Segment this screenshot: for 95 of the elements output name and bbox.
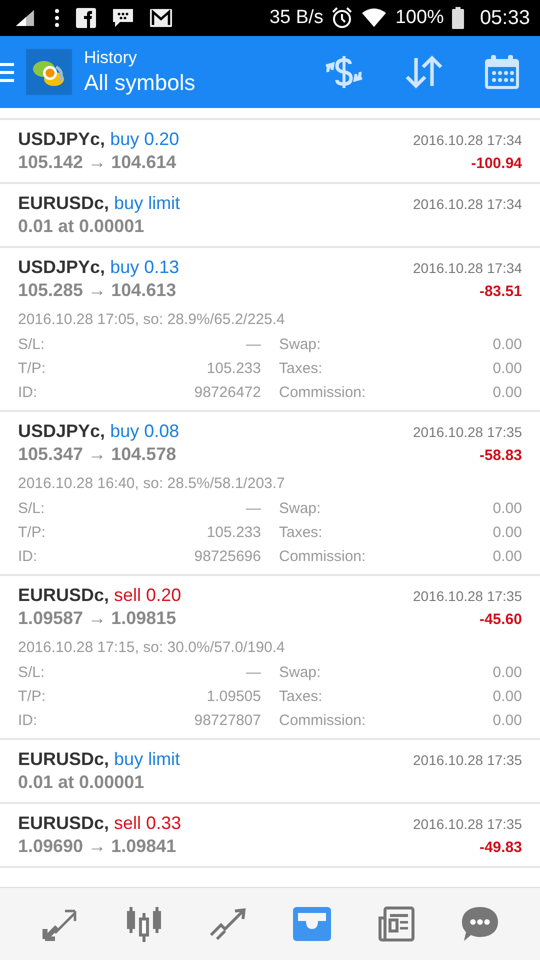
detail-label: ID: <box>18 384 38 401</box>
trade-time: 2016.10.28 17:34 <box>413 196 522 212</box>
trade-time: 2016.10.28 17:35 <box>413 752 522 768</box>
trade-time: 2016.10.28 17:35 <box>413 424 522 440</box>
detail-value: — <box>245 500 261 517</box>
trade-title: USDJPYc, buy 0.08 <box>18 421 180 442</box>
detail-label: ID: <box>18 548 38 565</box>
detail-label: S/L: <box>18 664 46 681</box>
detail-label: Swap: <box>279 664 322 681</box>
detail-value: — <box>245 336 261 353</box>
trade-profit: -100.94 <box>471 155 522 172</box>
detail-label: S/L: <box>18 336 46 353</box>
trade-title: EURUSDc, sell 0.20 <box>18 585 182 606</box>
mail-icon <box>150 9 172 27</box>
detail-value: 0.00 <box>492 688 522 705</box>
detail-value: 0.00 <box>492 548 522 565</box>
detail-value: 0.00 <box>492 384 522 401</box>
chat-icon[interactable] <box>461 906 499 942</box>
chat-bubble-icon <box>112 8 134 28</box>
detail-label: Taxes: <box>279 524 324 541</box>
trade-profit: -49.83 <box>479 839 522 856</box>
trade-item[interactable]: EURUSDc, buy limit 2016.10.28 17:35 0.01 at 0.00001 <box>0 740 540 804</box>
detail-label: T/P: <box>18 360 47 377</box>
wifi-icon <box>361 8 388 28</box>
trade-item[interactable]: USDJPYc, buy 0.13 2016.10.28 17:34 105.285 → 104.613 -83.51 2016.10.28 17:05, so: 28.9%/65.2/225.4 S/L: — Swap: 0.00 T/P: 105.233 Taxes: 0.00 ID: 98726472 Commission: 0.00 <box>0 248 540 412</box>
detail-label: Swap: <box>279 500 322 517</box>
trade-prices: 1.09690 → 1.09841 <box>18 836 176 857</box>
detail-label: T/P: <box>18 524 47 541</box>
menu-icon[interactable] <box>0 61 14 83</box>
trade-title: USDJPYc, buy 0.20 <box>18 129 180 150</box>
app-logo-icon <box>26 49 72 95</box>
trade-item[interactable]: EURUSDc, sell 0.33 2016.10.28 17:35 1.09690 → 1.09841 -49.83 <box>0 804 540 868</box>
detail-label: S/L: <box>18 500 46 517</box>
trade-title: EURUSDc, buy limit <box>18 193 180 214</box>
screen-title: All symbols <box>84 70 196 96</box>
sort-icon[interactable] <box>404 54 444 90</box>
trend-arrow-icon[interactable] <box>209 907 247 941</box>
detail-label: Commission: <box>279 712 367 729</box>
battery-level: 100% <box>395 7 444 29</box>
trade-profit: -45.60 <box>479 611 522 628</box>
detail-value: 1.09505 <box>206 688 261 705</box>
trade-item[interactable]: USDJPYc, buy 0.20 2016.10.28 17:34 105.142 → 104.614 -100.94 <box>0 120 540 184</box>
more-icon <box>54 8 60 28</box>
detail-value: 0.00 <box>492 664 522 681</box>
calendar-icon[interactable] <box>484 54 520 90</box>
trade-title: EURUSDc, sell 0.33 <box>18 813 182 834</box>
detail-value: 0.00 <box>492 336 522 353</box>
detail-label: ID: <box>18 712 38 729</box>
detail-label: T/P: <box>18 688 47 705</box>
detail-value: 98727807 <box>193 712 261 729</box>
trade-time: 2016.10.28 17:34 <box>413 132 522 148</box>
trade-item[interactable]: EURUSDc, sell 0.20 2016.10.28 17:35 1.09587 → 1.09815 -45.60 2016.10.28 17:15, so: 30.0%/57.0/190.4 S/L: — Swap: 0.00 T/P: 1.09505 Taxes: 0.00 ID: 98727807 Commission: 0.00 <box>0 576 540 740</box>
trade-time: 2016.10.28 17:35 <box>413 588 522 604</box>
candlestick-icon[interactable] <box>125 905 163 943</box>
clock: 05:33 <box>480 6 530 30</box>
inbox-tray-icon[interactable] <box>293 907 331 941</box>
trade-time: 2016.10.28 17:34 <box>413 260 522 276</box>
trade-prices: 0.01 at 0.00001 <box>18 216 144 237</box>
trade-item[interactable]: USDJPYc, buy 0.08 2016.10.28 17:35 105.347 → 104.578 -58.83 2016.10.28 16:40, so: 28.5%/58.1/203.7 S/L: — Swap: 0.00 T/P: 105.233 Taxes: 0.00 ID: 98725696 Commission: 0.00 <box>0 412 540 576</box>
open-info: 2016.10.28 16:40, so: 28.5%/58.1/203.7 <box>18 475 286 492</box>
detail-value: — <box>245 664 261 681</box>
detail-label: Taxes: <box>279 360 324 377</box>
trade-prices: 105.142 → 104.614 <box>18 152 176 173</box>
trade-time: 2016.10.28 17:35 <box>413 816 522 832</box>
trade-prices: 105.347 → 104.578 <box>18 444 176 465</box>
detail-value: 98725696 <box>193 548 261 565</box>
detail-value: 0.00 <box>492 500 522 517</box>
trade-title: USDJPYc, buy 0.13 <box>18 257 180 278</box>
detail-label: Commission: <box>279 384 367 401</box>
open-info: 2016.10.28 17:05, so: 28.9%/65.2/225.4 <box>18 311 286 328</box>
newspaper-icon[interactable] <box>377 906 415 942</box>
trade-prices: 1.09587 → 1.09815 <box>18 608 176 629</box>
trade-arrows-icon[interactable] <box>41 907 79 941</box>
detail-value: 105.233 <box>206 524 261 541</box>
trade-title: EURUSDc, buy limit <box>18 749 180 770</box>
detail-value: 0.00 <box>492 712 522 729</box>
detail-value: 105.233 <box>206 360 261 377</box>
detail-label: Taxes: <box>279 688 324 705</box>
open-info: 2016.10.28 17:15, so: 30.0%/57.0/190.4 <box>18 639 286 656</box>
alarm-icon <box>331 7 354 29</box>
trade-prices: 105.285 → 104.613 <box>18 280 176 301</box>
battery-icon <box>452 7 464 29</box>
detail-label: Commission: <box>279 548 367 565</box>
detail-value: 98726472 <box>193 384 261 401</box>
trade-prices: 0.01 at 0.00001 <box>18 772 144 793</box>
currency-exchange-icon[interactable] <box>324 54 364 90</box>
detail-label: Swap: <box>279 336 322 353</box>
network-speed: 35 B/s <box>269 7 324 29</box>
trade-profit: -58.83 <box>479 447 522 464</box>
detail-value: 0.00 <box>492 524 522 541</box>
facebook-icon <box>76 8 96 28</box>
trade-profit: -83.51 <box>479 283 522 300</box>
screen-subtitle: History <box>84 48 138 68</box>
trade-item[interactable]: EURUSDc, buy limit 2016.10.28 17:34 0.01 at 0.00001 <box>0 184 540 248</box>
detail-value: 0.00 <box>492 360 522 377</box>
